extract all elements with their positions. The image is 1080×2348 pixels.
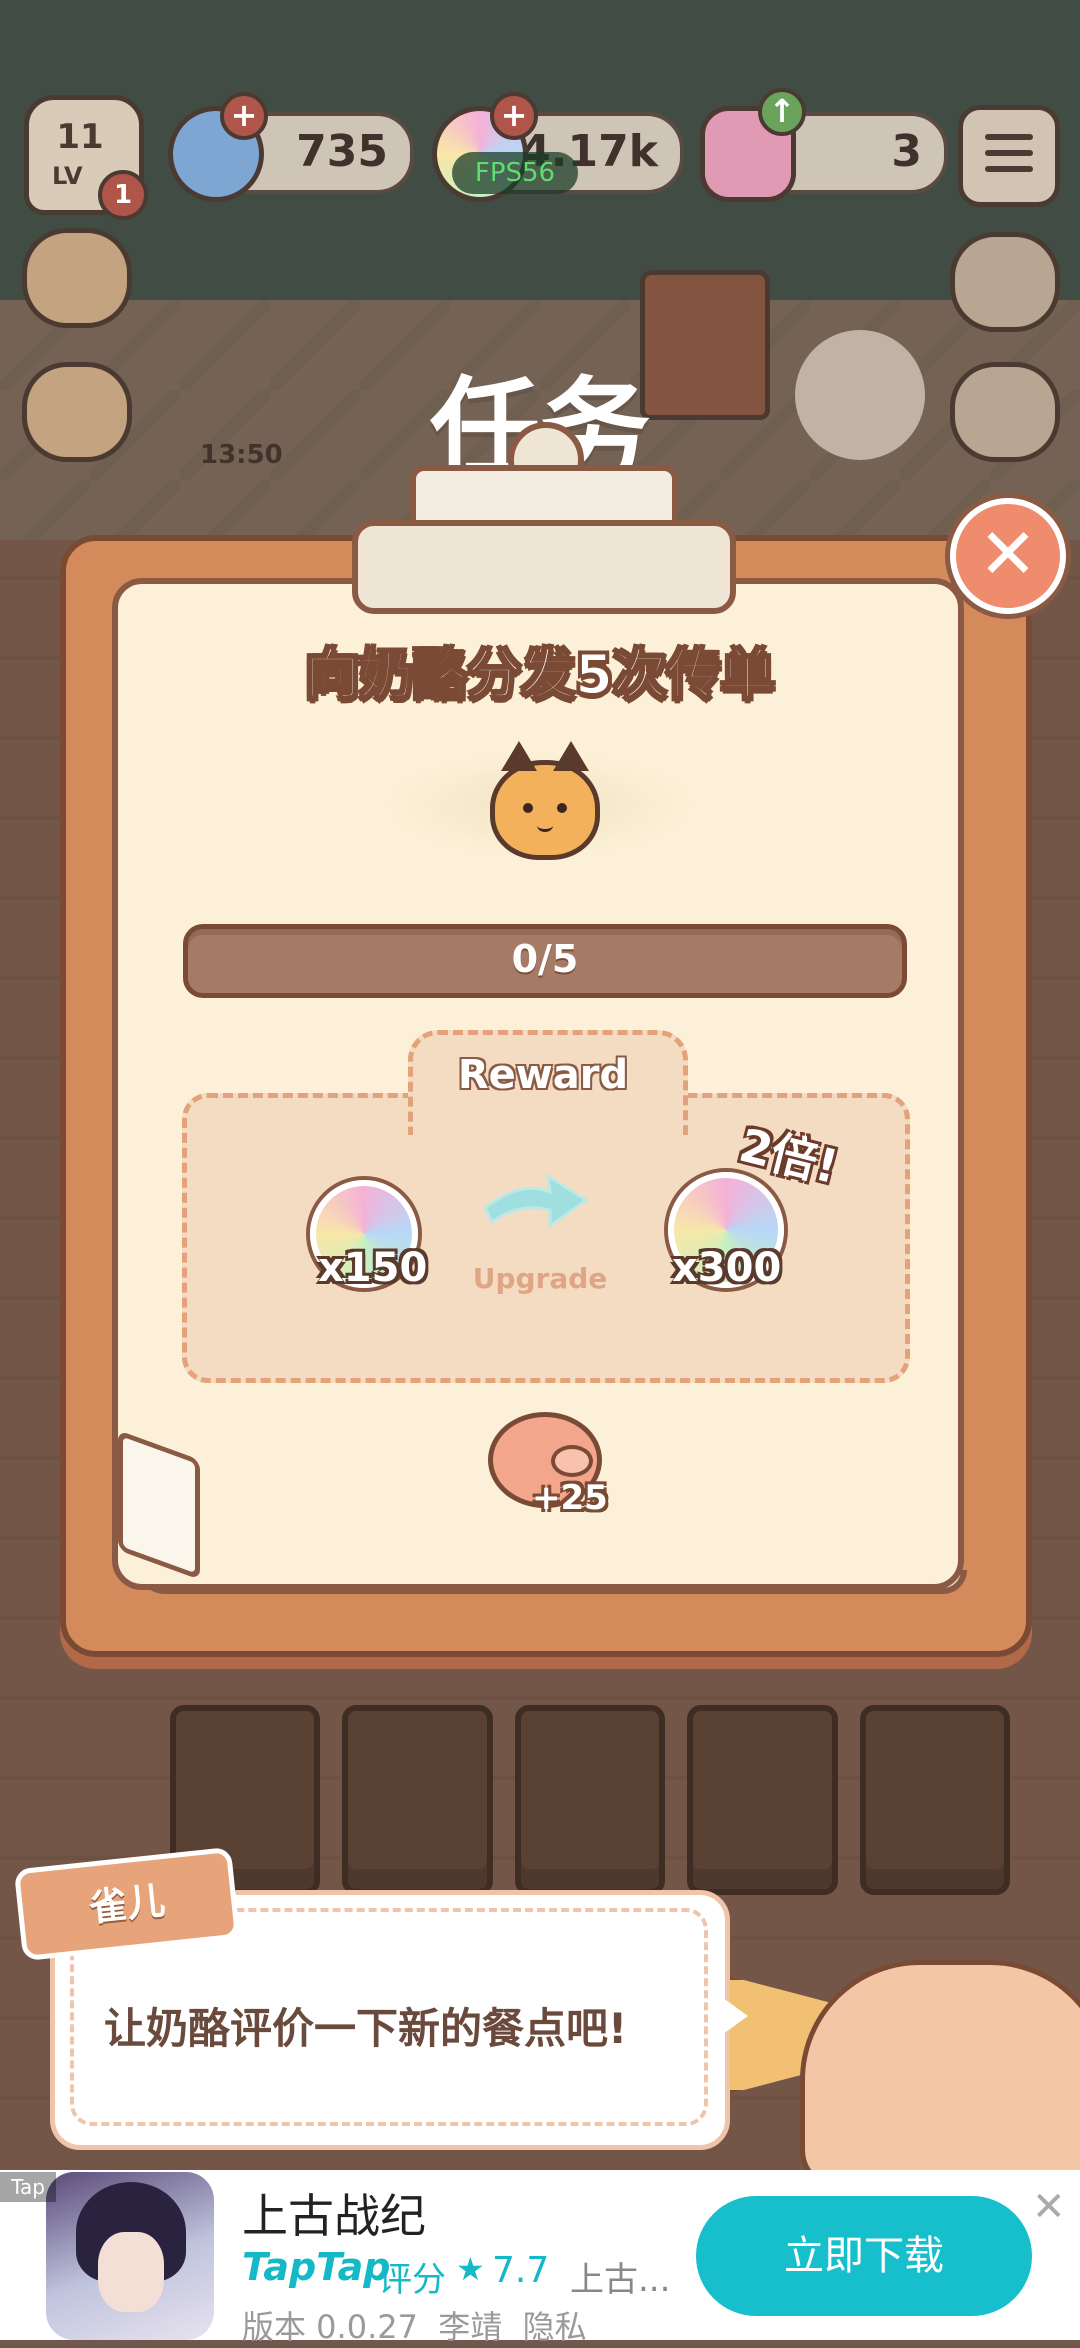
close-button[interactable]: ✕ <box>950 498 1066 614</box>
upgrade-star-arrow-icon[interactable]: ↑ <box>758 88 806 136</box>
fps-counter: FPS56 <box>452 152 578 194</box>
dialogue-tail <box>712 1990 748 2042</box>
close-icon[interactable]: ✕ <box>1032 2184 1066 2230</box>
add-orbs-button[interactable]: + <box>490 92 538 140</box>
base-reward-amount: x150 <box>318 1245 428 1291</box>
progress-text: 0/5 <box>511 937 579 981</box>
ad-tag: Tap <box>0 2172 56 2202</box>
download-button[interactable]: 立即下载 <box>696 2196 1032 2316</box>
ad-meta[interactable]: 版本 0.0.27 李靖 隐私 <box>242 2302 587 2348</box>
star-icon: ★ <box>456 2250 485 2288</box>
star-count: 3 <box>891 126 922 177</box>
ad-rating-label: 评分 <box>378 2260 446 2300</box>
clip-base <box>352 520 736 614</box>
bonus-amount: +25 <box>532 1478 608 1518</box>
cat-icon <box>490 741 600 860</box>
level-badge: 1 <box>98 170 148 220</box>
reward-label: Reward <box>457 1052 629 1098</box>
ad-brand: TapTap <box>242 2245 391 2289</box>
player-level: 11 <box>56 117 104 157</box>
npc-character <box>800 1960 1080 2190</box>
level-label: LV <box>52 162 83 190</box>
menu-icon <box>985 150 1033 156</box>
ad-app-icon[interactable] <box>46 2172 214 2340</box>
ad-description: 上古... <box>570 2260 671 2300</box>
task-description: 向奶酪分发5次传单 <box>304 642 776 707</box>
upgrade-label[interactable]: Upgrade <box>440 1262 640 1295</box>
upgraded-reward-amount: x300 <box>672 1245 782 1291</box>
speaker-name: 雀儿 <box>86 1878 168 1930</box>
task-progress-bar: 0/5 <box>183 924 907 998</box>
dialogue-text: 让奶酪评价一下新的餐点吧! <box>104 2004 628 2053</box>
menu-icon <box>985 166 1033 172</box>
menu-icon <box>985 134 1033 140</box>
arrow-right-icon <box>483 1173 589 1229</box>
ad-rating: 7.7 <box>492 2250 550 2291</box>
menu-button[interactable] <box>958 105 1060 207</box>
add-gems-button[interactable]: + <box>220 92 268 140</box>
ad-title[interactable]: 上古战纪 <box>242 2180 426 2246</box>
gem-count: 735 <box>296 126 388 177</box>
